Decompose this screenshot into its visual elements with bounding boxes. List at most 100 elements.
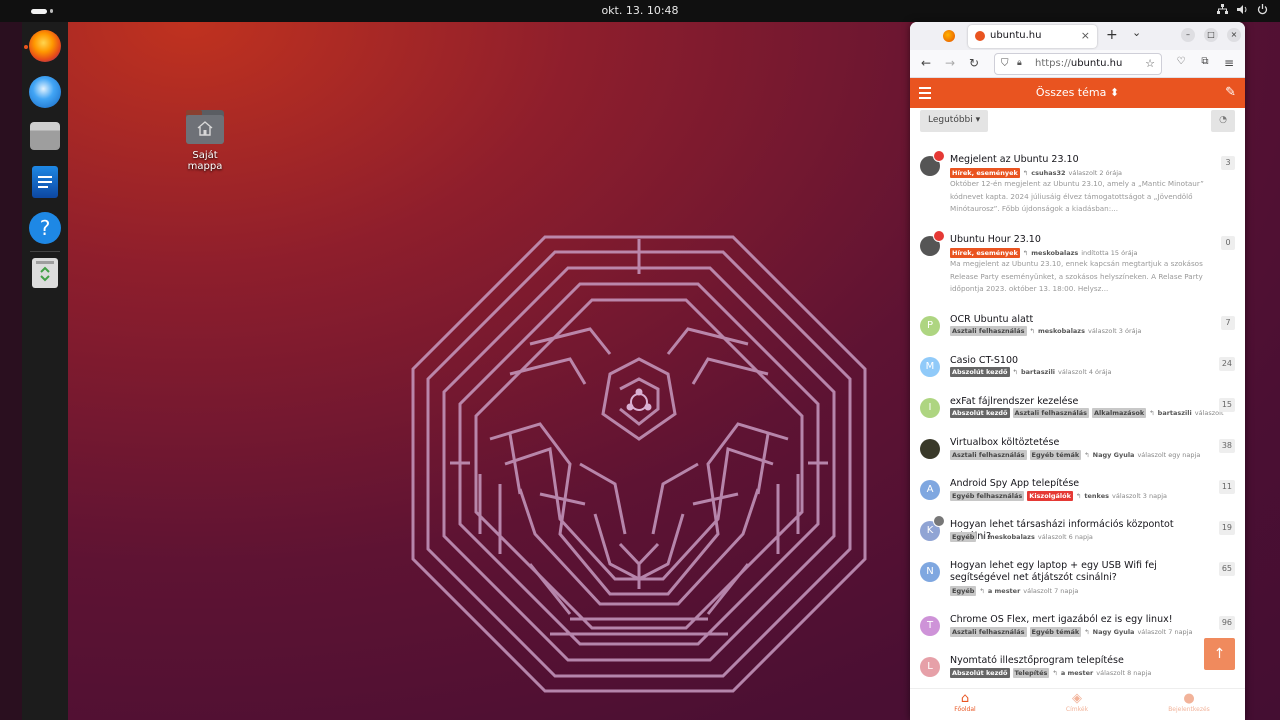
category-tag[interactable]: Egyéb felhasználás [950, 491, 1025, 501]
nav-home[interactable]: ⌂ Főoldal [925, 691, 1005, 713]
category-tag[interactable]: Alkalmazások [1092, 408, 1147, 418]
topic-title[interactable]: Ubuntu Hour 23.10 [950, 234, 1210, 246]
category-tag[interactable]: Egyéb [950, 532, 977, 542]
last-poster[interactable]: Nagy Gyula [1093, 451, 1135, 459]
topic-title[interactable]: exFat fájlrendszer kezelése [950, 396, 1210, 408]
tracking-protection-icon[interactable]: ⛉ [1001, 58, 1009, 69]
last-poster[interactable]: meskobalazs [1031, 249, 1078, 257]
url-bar[interactable]: ⛉ 🔒︎ https://ubuntu.hu ☆ [994, 53, 1162, 75]
last-poster[interactable]: csuhas32 [1031, 169, 1065, 177]
avatar[interactable]: T [920, 616, 940, 636]
topic-title[interactable]: Virtualbox költöztetése [950, 437, 1210, 449]
reload-icon[interactable]: ↻ [967, 56, 981, 70]
list-all-tabs-icon[interactable]: ⌄ [1132, 26, 1141, 39]
topic-title[interactable]: Hogyan lehet egy laptop + egy USB Wifi f… [950, 560, 1210, 584]
last-poster[interactable]: a mester [988, 587, 1020, 595]
site-header: Összes téma ⬍ ✎ [910, 78, 1245, 108]
topic-meta: Abszolút kezdő ↰ bartaszili válaszolt 4 ór… [950, 367, 1112, 377]
reply-count: 19 [1218, 521, 1235, 535]
activity-time: indította 15 órája [1081, 249, 1138, 257]
thunderbird-icon[interactable] [29, 76, 61, 108]
close-window-icon[interactable]: × [1227, 28, 1241, 42]
files-icon[interactable] [30, 122, 60, 150]
maximize-icon[interactable]: □ [1204, 28, 1218, 42]
clock[interactable]: okt. 13. 10:48 [0, 4, 1280, 17]
category-tag[interactable]: Hírek, események [950, 168, 1020, 178]
topic-title[interactable]: Megjelent az Ubuntu 23.10 [950, 154, 1210, 166]
category-tag[interactable]: Egyéb témák [1029, 450, 1082, 460]
topic-title[interactable]: Chrome OS Flex, mert igazából ez is egy … [950, 614, 1210, 626]
lock-icon[interactable]: 🔒︎ [1017, 58, 1022, 68]
trash-icon[interactable] [32, 258, 58, 288]
last-poster[interactable]: bartaszili [1021, 368, 1055, 376]
network-icon[interactable] [1217, 4, 1228, 15]
category-tag[interactable]: Egyéb [950, 586, 977, 596]
category-selector[interactable]: Összes téma ⬍ [910, 86, 1245, 99]
topic-meta: Hírek, események ↰ csuhas32 válaszolt 2 ór… [950, 168, 1122, 178]
bookmark-star-icon[interactable]: ☆ [1145, 57, 1155, 70]
tab-ubuntu-hu[interactable]: ubuntu.hu × [968, 25, 1097, 48]
reply-count: 24 [1218, 357, 1235, 371]
last-poster[interactable]: a mester [1061, 669, 1093, 677]
help-icon[interactable]: ? [29, 212, 61, 244]
reply-count: 15 [1218, 398, 1235, 412]
category-tag[interactable]: Abszolút kezdő [950, 408, 1010, 418]
activity-time: válaszolt 4 órája [1058, 368, 1112, 376]
avatar[interactable]: A [920, 480, 940, 500]
firefox-view-icon[interactable] [943, 30, 955, 42]
last-poster[interactable]: bartaszili [1158, 409, 1192, 417]
topic-excerpt: Ma megjelent az Ubuntu 23.10, ennek kapc… [950, 259, 1203, 293]
pocket-icon[interactable]: ♡ [1174, 56, 1188, 67]
category-tag[interactable]: Telepítés [1012, 668, 1050, 678]
avatar[interactable]: L [920, 657, 940, 677]
activity-time: válaszolt 6 napja [1037, 533, 1093, 541]
category-tag[interactable]: Abszolút kezdő [950, 668, 1010, 678]
category-tag[interactable]: Asztali felhasználás [950, 326, 1027, 336]
menu-icon[interactable]: ≡ [1222, 56, 1236, 70]
forward-icon[interactable]: → [943, 56, 957, 70]
new-topic-icon[interactable]: ✎ [1225, 85, 1236, 100]
back-icon[interactable]: ← [919, 56, 933, 70]
category-tag[interactable]: Asztali felhasználás [1012, 408, 1090, 418]
running-indicator [24, 45, 28, 49]
category-tag[interactable]: Hírek, események [950, 248, 1020, 258]
topic-title[interactable]: Casio CT-S100 [950, 355, 1210, 367]
new-tab-button[interactable]: + [1106, 27, 1118, 43]
url-text[interactable]: https://ubuntu.hu [1035, 58, 1122, 69]
topic-title[interactable]: OCR Ubuntu alatt [950, 314, 1210, 326]
sort-dropdown[interactable]: Legutóbbi ▾ [920, 110, 988, 132]
topic-title[interactable]: Nyomtató illesztőprogram telepítése [950, 655, 1210, 667]
avatar[interactable]: N [920, 562, 940, 582]
avatar[interactable]: P [920, 316, 940, 336]
last-poster[interactable]: meskobalazs [988, 533, 1035, 541]
home-folder-shortcut[interactable]: Saját mappa [176, 110, 234, 172]
avatar[interactable]: I [920, 398, 940, 418]
system-tray[interactable] [1217, 4, 1268, 15]
topic-title[interactable]: Android Spy App telepítése [950, 478, 1210, 490]
avatar[interactable]: M [920, 357, 940, 377]
category-tag[interactable]: Abszolút kezdő [950, 367, 1010, 377]
tab-close-icon[interactable]: × [1081, 29, 1090, 42]
last-poster[interactable]: meskobalazs [1038, 327, 1085, 335]
firefox-icon[interactable] [29, 30, 61, 62]
activity-time: válaszolt 2 órája [1068, 169, 1122, 177]
avatar[interactable] [920, 439, 940, 459]
ubuntu-favicon-icon [975, 31, 985, 41]
category-tag[interactable]: Asztali felhasználás [950, 450, 1027, 460]
category-tag[interactable]: Egyéb témák [1029, 627, 1082, 637]
power-icon[interactable] [1257, 4, 1268, 15]
nav-login[interactable]: ● Bejelentkezés [1149, 691, 1229, 713]
volume-icon[interactable] [1237, 4, 1248, 15]
extensions-icon[interactable]: ⧉ [1198, 56, 1212, 67]
category-tag[interactable]: Kiszolgálók [1027, 491, 1073, 501]
scroll-to-top-button[interactable]: ↑ [1204, 638, 1235, 670]
minimize-icon[interactable]: – [1181, 28, 1195, 42]
rss-icon[interactable]: ◔ [1211, 110, 1235, 132]
libreoffice-writer-icon[interactable] [32, 166, 58, 198]
category-tag[interactable]: Asztali felhasználás [950, 627, 1027, 637]
locked-icon [933, 515, 945, 527]
topic-meta: Asztali felhasználás Egyéb témák ↰ Nagy Gy… [950, 627, 1193, 637]
last-poster[interactable]: Nagy Gyula [1093, 628, 1135, 636]
nav-tags[interactable]: ◈ Címkék [1037, 691, 1117, 713]
last-poster[interactable]: tenkes [1084, 492, 1109, 500]
